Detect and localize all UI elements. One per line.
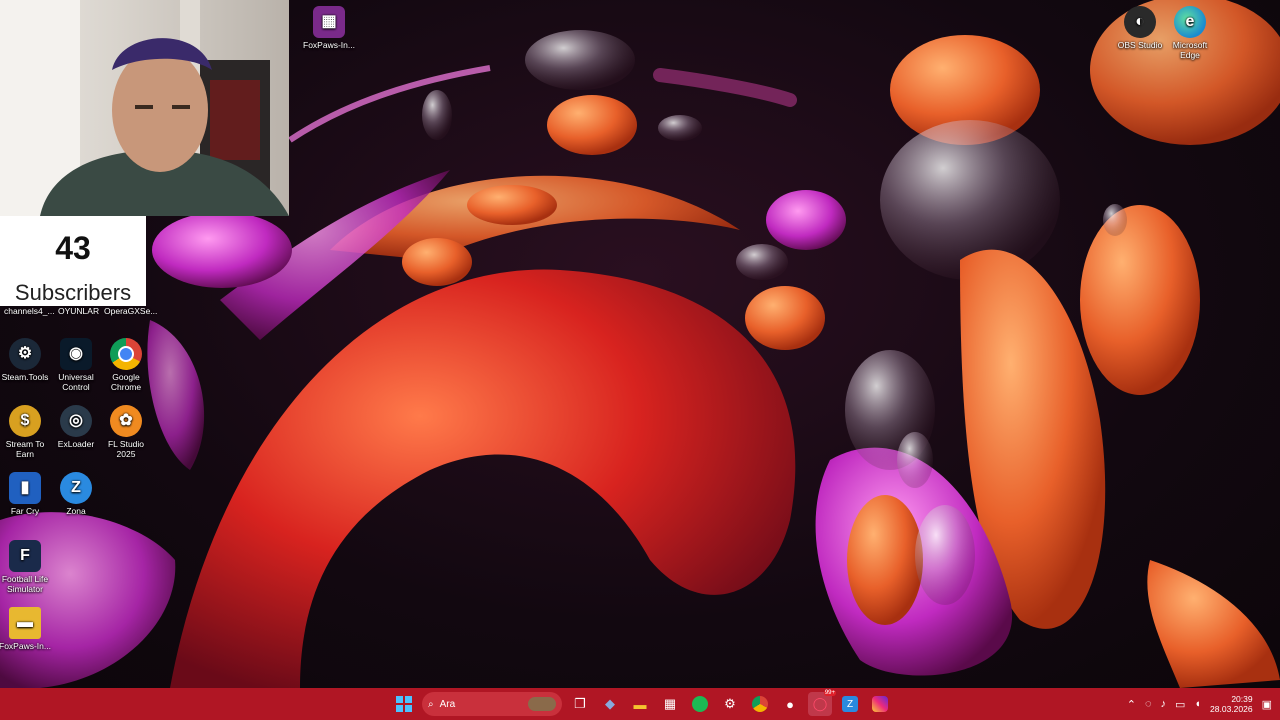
task-view-icon[interactable]: ❐ xyxy=(568,692,592,716)
file-explorer-icon[interactable]: ▬ xyxy=(628,692,652,716)
widgets-icon[interactable]: ◆ xyxy=(598,692,622,716)
desktop-icon-foxpaws-folder[interactable]: ▬ FoxPaws-In... xyxy=(0,607,53,651)
obs-icon: ◐ xyxy=(1124,6,1156,38)
folder-icon: ▬ xyxy=(9,607,41,639)
taskbar-search[interactable]: ⌕ Ara xyxy=(422,692,562,716)
desktop-icon-label: Zona xyxy=(66,506,86,516)
desktop-icon-google-chrome[interactable]: Google Chrome xyxy=(98,338,154,392)
far-cry-icon: ▮ xyxy=(9,472,41,504)
desktop-label-channels[interactable]: channels4_... xyxy=(4,306,55,316)
desktop-icon-steam-tools[interactable]: ⚙ Steam.Tools xyxy=(0,338,53,382)
taskbar-apps: ⌕ Ara ❐ ◆ ▬ ▦ ⚙ ● ◯ 99+ Z xyxy=(392,688,892,720)
github-icon[interactable]: ● xyxy=(778,692,802,716)
desktop-icon-label: Universal Control xyxy=(58,372,94,392)
desktop-icon-zona[interactable]: Z Zona xyxy=(48,472,104,516)
desktop-icon-foxpaws-installer[interactable]: ▦ FoxPaws-In... xyxy=(301,6,357,50)
exloader-icon: ◎ xyxy=(60,405,92,437)
opera-gx-icon[interactable]: ◯ 99+ xyxy=(808,690,836,716)
zona-icon[interactable]: Z xyxy=(838,692,862,716)
taskbar: ⌕ Ara ❐ ◆ ▬ ▦ ⚙ ● ◯ 99+ Z ⌃ ◌ ♪ ▭ ◖ 20:3… xyxy=(0,688,1280,720)
desktop-icon-label: Far Cry xyxy=(10,506,40,516)
notification-badge: 99+ xyxy=(823,690,836,696)
desktop-icon-label: Football Life Simulator xyxy=(1,574,49,594)
desktop-icon-football-life[interactable]: F Football Life Simulator xyxy=(0,540,53,594)
desktop-icon-label: Stream To Earn xyxy=(5,439,45,459)
winrar-icon: ▦ xyxy=(313,6,345,38)
windows-start-icon[interactable] xyxy=(392,692,416,716)
chevron-up-icon[interactable]: ⌃ xyxy=(1127,698,1136,711)
desktop-icon-label: Google Chrome xyxy=(110,372,142,392)
notification-bell-icon[interactable]: ▣ xyxy=(1262,698,1272,711)
desktop-icon-label: OBS Studio xyxy=(1117,40,1163,50)
chrome-icon[interactable] xyxy=(748,692,772,716)
universal-control-icon: ◉ xyxy=(60,338,92,370)
search-icon: ⌕ xyxy=(428,698,434,710)
desktop-icon-universal-control[interactable]: ◉ Universal Control xyxy=(48,338,104,392)
volume-icon[interactable]: ◖ xyxy=(1194,698,1201,710)
steam-icon: ⚙ xyxy=(9,338,41,370)
obs-tray-icon[interactable]: ◌ xyxy=(1145,698,1152,710)
desktop-icon-label: FL Studio 2025 xyxy=(107,439,145,459)
instagram-icon[interactable] xyxy=(868,692,892,716)
desktop-icon-label: Steam.Tools xyxy=(1,372,49,382)
desktop-icon-fl-studio[interactable]: ✿ FL Studio 2025 xyxy=(98,405,154,459)
desktop-icon-far-cry[interactable]: ▮ Far Cry xyxy=(0,472,53,516)
clock[interactable]: 20:39 28.03.2026 xyxy=(1210,694,1253,714)
desktop-icon-label: ExLoader xyxy=(57,439,95,449)
fl-studio-icon: ✿ xyxy=(110,405,142,437)
chrome-icon xyxy=(110,338,142,370)
subscriber-label: Subscribers xyxy=(14,280,132,305)
desktop-icon-stream-to-earn[interactable]: $ Stream To Earn xyxy=(0,405,53,459)
desktop-icon-label: Microsoft Edge xyxy=(1172,40,1208,60)
zona-icon: Z xyxy=(60,472,92,504)
desktop-icon-obs-studio[interactable]: ◐ OBS Studio xyxy=(1112,6,1168,50)
coin-icon: $ xyxy=(9,405,41,437)
system-tray: ⌃ ◌ ♪ ▭ ◖ 20:39 28.03.2026 ▣ xyxy=(1127,688,1272,720)
edge-icon: e xyxy=(1174,6,1206,38)
webcam-overlay xyxy=(0,0,289,216)
desktop-label-operagx[interactable]: OperaGXSe... xyxy=(104,306,157,316)
desktop-icon-microsoft-edge[interactable]: e Microsoft Edge xyxy=(1162,6,1218,60)
search-highlight-icon xyxy=(528,697,556,711)
desktop-icon-label: FoxPaws-In... xyxy=(0,641,51,651)
search-placeholder: Ara xyxy=(439,698,456,710)
fls-icon: F xyxy=(9,540,41,572)
subscriber-count: 43 xyxy=(55,230,91,266)
clock-time: 20:39 xyxy=(1231,694,1253,704)
desktop-label-oyunlar[interactable]: OYUNLAR xyxy=(58,306,99,316)
desktop-icon-exloader[interactable]: ◎ ExLoader xyxy=(48,405,104,449)
steam-icon[interactable]: ⚙ xyxy=(718,692,742,716)
microphone-icon[interactable]: ♪ xyxy=(1160,698,1166,710)
spotify-icon[interactable] xyxy=(688,692,712,716)
clock-date: 28.03.2026 xyxy=(1210,704,1253,714)
store-icon[interactable]: ▦ xyxy=(658,692,682,716)
network-icon[interactable]: ▭ xyxy=(1175,698,1185,711)
desktop-icon-label: FoxPaws-In... xyxy=(303,40,355,50)
